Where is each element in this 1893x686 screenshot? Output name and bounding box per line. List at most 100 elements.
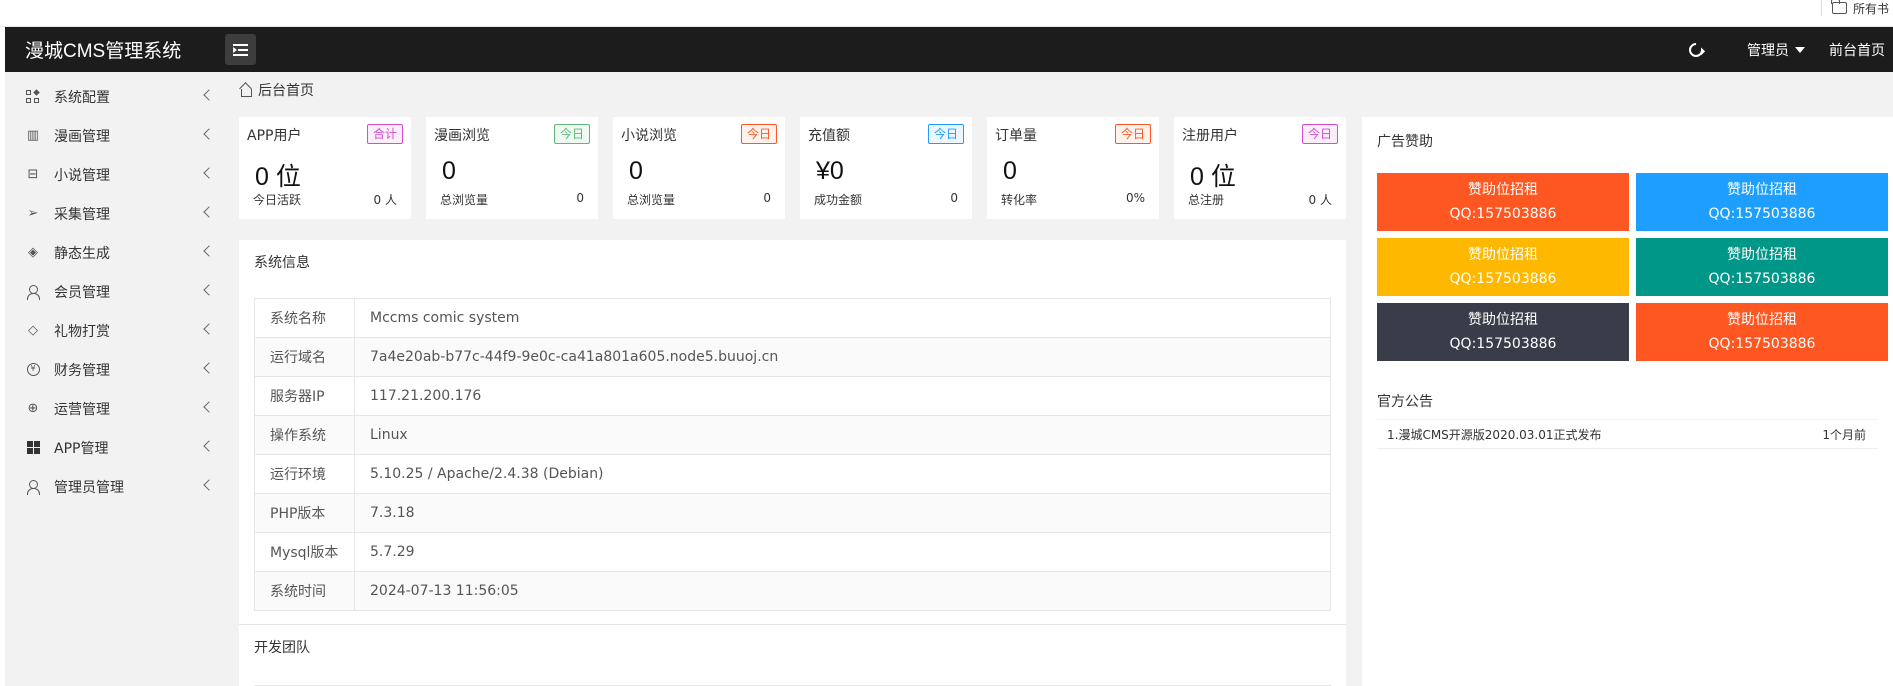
panel-title: 广告赞助 [1377, 134, 1433, 150]
person-icon [25, 479, 41, 495]
sidebar-item-gifts[interactable]: ◇ 礼物打赏 [5, 311, 225, 350]
breadcrumb: 后台首页 [239, 80, 314, 100]
dev-team-panel: 开发团队 [239, 624, 1346, 686]
table-row: 运行域名 7a4e20ab-b77c-44f9-9e0c-ca41a801a605… [254, 337, 1331, 377]
menu-fold-icon [233, 43, 248, 56]
sidebar-item-static[interactable]: ◈ 静态生成 [5, 233, 225, 272]
info-value: 2024-07-13 11:56:05 [354, 571, 1331, 611]
sidebar-item-label: APP管理 [54, 440, 109, 457]
stat-value: 0 [1003, 157, 1017, 185]
notice-item[interactable]: 1.漫城CMS开源版2020.03.01正式发布 1个月前 [1377, 419, 1878, 449]
chevron-left-icon [203, 206, 215, 218]
browser-bookmarks-bar: 所有书 [0, 0, 1893, 27]
info-key: 系统名称 [254, 298, 355, 338]
stat-foot-value: 0 人 [373, 193, 397, 207]
system-info-table: 系统名称 Mccms comic system 运行域名 7a4e20ab-b77c… [254, 298, 1331, 611]
send-icon: ➢ [27, 206, 39, 221]
stat-foot-value: 0% [1125, 191, 1145, 205]
ad-line2: QQ:157503886 [1708, 271, 1816, 287]
chevron-left-icon [203, 245, 215, 257]
sidebar-item-members[interactable]: 会员管理 [5, 272, 225, 311]
ad-slot[interactable]: 赞助位招租 QQ:157503886 [1377, 173, 1629, 231]
info-key: 运行环境 [254, 454, 355, 494]
caret-down-icon [1795, 46, 1805, 53]
sidebar-item-comic[interactable]: ▥ 漫画管理 [5, 116, 225, 155]
folder-icon [1831, 0, 1847, 14]
table-row: 系统名称 Mccms comic system [254, 298, 1331, 338]
sidebar-item-system-config[interactable]: 系统配置 [5, 77, 225, 116]
stat-foot-value: 0 [576, 191, 584, 205]
chevron-left-icon [203, 167, 215, 179]
breadcrumb-home[interactable]: 后台首页 [258, 80, 314, 100]
main-content: 后台首页 APP用户 合计 0 位 今日活跃 0 人 漫画浏览 今日 0 总浏览量… [225, 72, 1893, 686]
sidebar-item-label: 礼物打赏 [54, 323, 110, 340]
menu-toggle-button[interactable] [225, 34, 256, 65]
sidebar-item-label: 系统配置 [54, 89, 110, 106]
info-key: 服务器IP [254, 376, 355, 416]
sidebar-item-collect[interactable]: ➢ 采集管理 [5, 194, 225, 233]
info-value: 117.21.200.176 [354, 376, 1331, 416]
ad-slot[interactable]: 赞助位招租 QQ:157503886 [1636, 303, 1888, 361]
system-info-panel: 系统信息 系统名称 Mccms comic system 运行域名 7a4e20ab… [239, 240, 1346, 625]
stat-value: ¥0 [816, 157, 844, 185]
table-row: Mysql版本 5.7.29 [254, 532, 1331, 572]
layers-icon: ◈ [28, 245, 38, 260]
chevron-left-icon [203, 128, 215, 140]
table-row: 系统时间 2024-07-13 11:56:05 [254, 571, 1331, 611]
stat-foot-label: 今日活跃 [253, 193, 302, 207]
sidebar: 系统配置 ▥ 漫画管理 ⊟ 小说管理 ➢ 采集管理 ◈ 静态生成 会员管理 ◇ … [5, 72, 225, 686]
sidebar-item-admins[interactable]: 管理员管理 [5, 467, 225, 506]
notice-title: 官方公告 [1377, 394, 1433, 410]
sidebar-item-label: 运营管理 [54, 401, 110, 418]
stat-card-orders: 订单量 今日 0 转化率 0% [987, 117, 1159, 219]
sidebar-item-finance[interactable]: ¥ 财务管理 [5, 350, 225, 389]
home-icon [239, 84, 252, 97]
chevron-left-icon [203, 440, 215, 452]
info-key: PHP版本 [254, 493, 355, 533]
stat-foot-value: 0 人 [1308, 193, 1332, 207]
ad-slot[interactable]: 赞助位招租 QQ:157503886 [1636, 238, 1888, 296]
ad-slot[interactable]: 赞助位招租 QQ:157503886 [1636, 173, 1888, 231]
stat-badge: 合计 [366, 124, 403, 144]
frontpage-link[interactable]: 前台首页 [1829, 40, 1885, 60]
info-key: 运行域名 [254, 337, 355, 377]
stat-value: 0 位 [1190, 163, 1236, 191]
sidebar-item-novel[interactable]: ⊟ 小说管理 [5, 155, 225, 194]
stat-foot-value: 0 [763, 191, 771, 205]
info-key: 操作系统 [254, 415, 355, 455]
info-value: 7a4e20ab-b77c-44f9-9e0c-ca41a801a605.nod… [354, 337, 1331, 377]
sidebar-item-label: 会员管理 [54, 284, 110, 301]
grid-icon [25, 88, 41, 105]
ad-line1: 赞助位招租 [1727, 247, 1797, 263]
sidebar-item-operations[interactable]: ⊕ 运营管理 [5, 389, 225, 428]
ad-line2: QQ:157503886 [1449, 206, 1557, 222]
ad-line1: 赞助位招租 [1468, 182, 1538, 198]
ad-slot[interactable]: 赞助位招租 QQ:157503886 [1377, 238, 1629, 296]
sidebar-item-app[interactable]: APP管理 [5, 428, 225, 467]
ad-line2: QQ:157503886 [1708, 206, 1816, 222]
sidebar-item-label: 漫画管理 [54, 128, 110, 145]
chevron-left-icon [203, 479, 215, 491]
ad-slot[interactable]: 赞助位招租 QQ:157503886 [1377, 303, 1629, 361]
ad-line1: 赞助位招租 [1727, 182, 1797, 198]
refresh-icon[interactable] [1686, 39, 1706, 60]
stat-card-comic-views: 漫画浏览 今日 0 总浏览量 0 [426, 117, 598, 219]
ad-line1: 赞助位招租 [1468, 312, 1538, 328]
table-row: 操作系统 Linux [254, 415, 1331, 455]
bookmark-folder[interactable]: 所有书 [1820, 0, 1893, 16]
stat-foot-label: 成功金额 [814, 193, 863, 207]
sidebar-item-label: 财务管理 [54, 362, 110, 379]
bookmark-label: 所有书 [1852, 1, 1889, 16]
panel-title: 系统信息 [254, 255, 310, 271]
table-row: 服务器IP 117.21.200.176 [254, 376, 1331, 416]
info-value: 5.7.29 [354, 532, 1331, 572]
admin-dropdown[interactable]: 管理员 [1747, 40, 1805, 60]
info-value: 7.3.18 [354, 493, 1331, 533]
info-value: Linux [354, 415, 1331, 455]
header-actions: 管理员 前台首页 [1686, 27, 1893, 72]
info-key: 系统时间 [254, 571, 355, 611]
sidebar-item-label: 小说管理 [54, 167, 110, 184]
ad-line2: QQ:157503886 [1449, 336, 1557, 352]
table-row: PHP版本 7.3.18 [254, 493, 1331, 533]
ad-line1: 赞助位招租 [1727, 312, 1797, 328]
